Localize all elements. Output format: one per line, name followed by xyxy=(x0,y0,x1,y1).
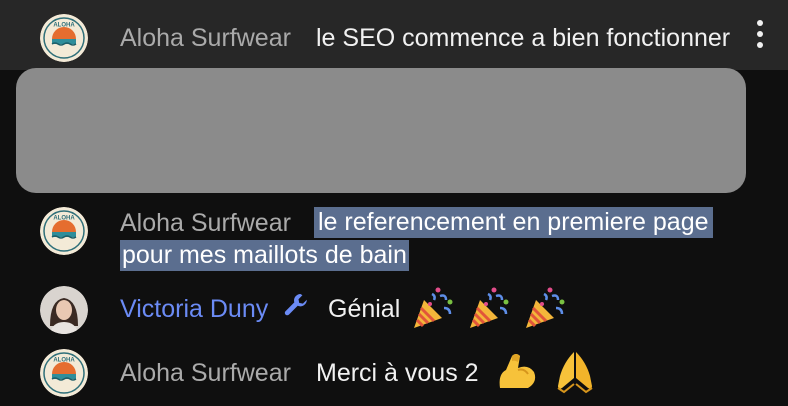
svg-text:ALOHA: ALOHA xyxy=(53,23,75,29)
avatar[interactable]: ALOHA xyxy=(40,14,88,62)
author-name[interactable]: Aloha Surfwear xyxy=(120,359,291,388)
party-popper-icon xyxy=(526,287,565,328)
chat-message[interactable]: Victoria Duny Génial xyxy=(0,280,788,340)
message-text: Merci à vous 2 xyxy=(316,359,479,387)
author-name[interactable]: Aloha Surfwear xyxy=(120,209,291,238)
aloha-logo-icon: ALOHA xyxy=(40,14,88,62)
party-popper-icon xyxy=(414,287,453,328)
message-text-line-1: le referencement en premiere page xyxy=(314,207,713,238)
author-name[interactable]: Victoria Duny xyxy=(120,295,268,324)
aloha-logo-icon: ALOHA xyxy=(40,207,88,255)
hidden-message-placeholder xyxy=(16,68,746,193)
message-text: Génial xyxy=(328,295,401,323)
chat-message[interactable]: ALOHA Aloha Surfwear Merci à vous 2 xyxy=(0,340,788,406)
wrench-icon xyxy=(284,294,307,316)
message-text-line-2: pour mes maillots de bain xyxy=(120,240,409,271)
chat-message[interactable]: ALOHA Aloha Surfwear le referencement en… xyxy=(0,200,788,275)
folded-hands-icon xyxy=(557,352,593,394)
chat-message[interactable]: ALOHA Aloha Surfwear le SEO commence a b… xyxy=(0,0,788,70)
svg-text:ALOHA: ALOHA xyxy=(53,216,75,222)
more-options-icon[interactable] xyxy=(748,14,772,54)
party-popper-icon xyxy=(470,287,509,328)
message-text: le SEO commence a bien fonctionner xyxy=(316,24,731,52)
flexed-biceps-icon xyxy=(499,354,536,388)
author-name[interactable]: Aloha Surfwear xyxy=(120,24,291,53)
user-photo-icon xyxy=(40,286,88,334)
avatar[interactable]: ALOHA xyxy=(40,207,88,255)
svg-text:ALOHA: ALOHA xyxy=(53,358,75,364)
avatar[interactable] xyxy=(40,286,88,334)
aloha-logo-icon: ALOHA xyxy=(40,349,88,397)
avatar[interactable]: ALOHA xyxy=(40,349,88,397)
